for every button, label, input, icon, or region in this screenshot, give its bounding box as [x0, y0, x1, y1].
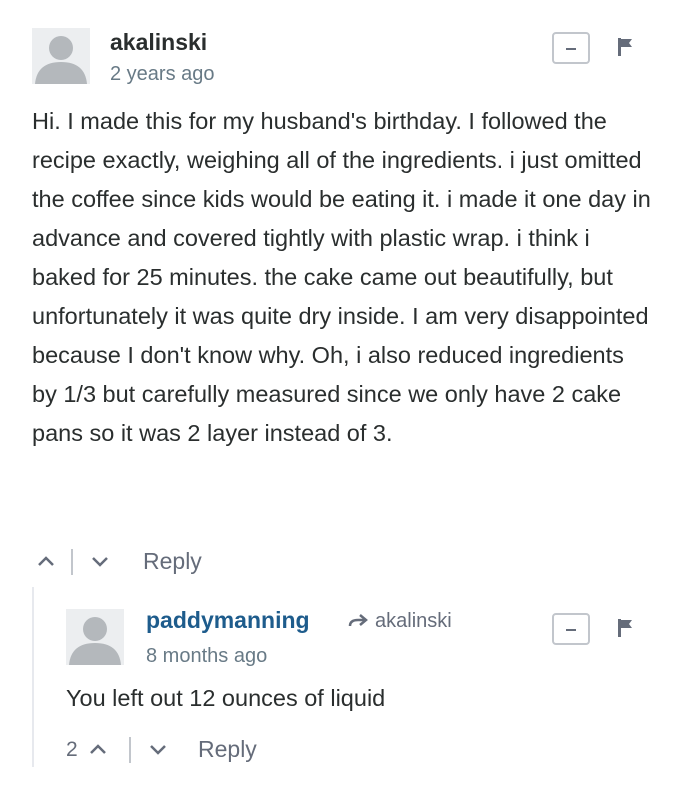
reply-arrow-icon [348, 614, 368, 627]
vote-divider [71, 549, 73, 575]
in-reply-to-link[interactable]: akalinski [375, 610, 452, 633]
reply-thread-line [32, 587, 34, 767]
reply-button[interactable]: Reply [198, 736, 257, 763]
minus-icon [566, 48, 576, 50]
upvote-chevron-up-icon[interactable] [36, 553, 56, 569]
flag-icon[interactable] [617, 619, 633, 637]
avatar-icon[interactable] [66, 609, 124, 665]
reply-button[interactable]: Reply [143, 548, 202, 575]
vote-divider [129, 737, 131, 763]
collapse-button[interactable] [552, 32, 590, 64]
downvote-chevron-down-icon[interactable] [90, 553, 110, 569]
minus-icon [566, 629, 576, 631]
avatar-icon[interactable] [32, 28, 90, 84]
upvote-count: 2 [66, 738, 78, 761]
upvote-chevron-up-icon[interactable] [88, 741, 108, 757]
downvote-chevron-down-icon[interactable] [148, 741, 168, 757]
comment-body: Hi. I made this for my husband's birthda… [32, 108, 651, 446]
collapse-button[interactable] [552, 613, 590, 645]
comment-author[interactable]: akalinski [110, 29, 207, 56]
comment-timestamp[interactable]: 2 years ago [110, 63, 215, 86]
comment-timestamp[interactable]: 8 months ago [146, 645, 267, 668]
comment-body: You left out 12 ounces of liquid [66, 685, 386, 711]
comment-author[interactable]: paddymanning [146, 607, 310, 634]
flag-icon[interactable] [617, 38, 633, 56]
